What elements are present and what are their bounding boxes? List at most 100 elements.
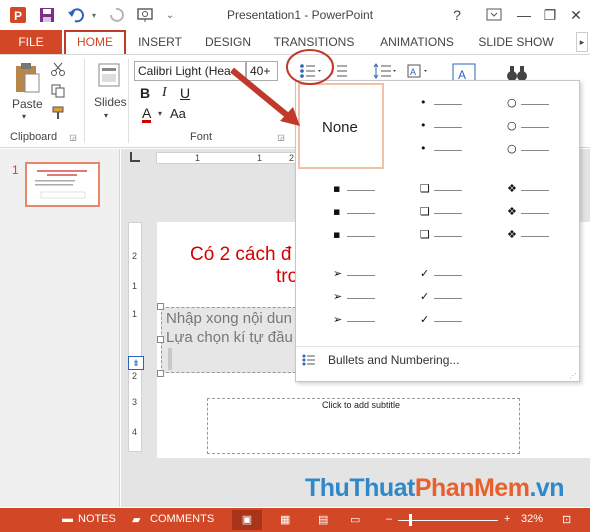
tab-home[interactable]: HOME xyxy=(64,30,126,54)
hollow-square-bullet-icon: ❑ xyxy=(420,228,430,241)
preview-line xyxy=(434,127,462,128)
notes-icon[interactable]: ▬ xyxy=(62,513,73,525)
paste-label[interactable]: Paste xyxy=(12,97,43,111)
content-text-line1[interactable]: Nhập xong nội dun xyxy=(166,310,292,327)
restore-button[interactable]: ❐ xyxy=(538,4,562,26)
bullet-preview-row: • xyxy=(420,96,480,112)
cut-icon[interactable] xyxy=(50,61,66,77)
notes-button[interactable]: NOTES xyxy=(78,513,116,525)
zoom-slider[interactable] xyxy=(398,520,498,521)
resize-handle[interactable] xyxy=(157,336,164,343)
comments-button[interactable]: COMMENTS xyxy=(150,513,214,525)
slide-show-icon[interactable]: ▭ xyxy=(350,513,360,526)
line-spacing-icon[interactable] xyxy=(372,61,398,81)
slides-dropdown-icon[interactable]: ▾ xyxy=(104,111,108,120)
font-color-icon[interactable]: A xyxy=(142,106,152,123)
undo-dropdown-icon[interactable]: ▾ xyxy=(84,5,104,25)
bullet-preview-row: ❑ xyxy=(420,205,480,221)
new-slide-icon[interactable] xyxy=(96,61,122,91)
normal-view-icon[interactable]: ▣ xyxy=(232,510,262,530)
arrow-bullet-icon: ➢ xyxy=(333,267,343,280)
fit-slide-icon[interactable]: ⊡ xyxy=(562,513,571,526)
tab-scroll-right-icon[interactable]: ▸ xyxy=(576,32,588,52)
ribbon-display-options-icon[interactable] xyxy=(482,4,506,26)
resize-handle[interactable] xyxy=(157,303,164,310)
clipboard-launcher-icon[interactable]: ◲ xyxy=(68,131,78,143)
text-direction-icon[interactable]: A xyxy=(405,61,431,81)
bullet-style-none[interactable]: None xyxy=(298,83,384,169)
bullet-preview-row: ✓ xyxy=(420,267,480,283)
check-bullet-icon: ✓ xyxy=(420,290,430,303)
font-size-combo[interactable]: 40+ xyxy=(246,61,278,81)
resize-handle[interactable] xyxy=(157,370,164,377)
reading-view-icon[interactable]: ▤ xyxy=(318,513,328,526)
tab-slide-show[interactable]: SLIDE SHOW xyxy=(478,30,554,54)
bullets-button-icon[interactable] xyxy=(298,61,324,81)
paste-dropdown-icon[interactable]: ▾ xyxy=(22,112,26,121)
customize-qat-icon[interactable]: ⌄ xyxy=(160,5,180,25)
preview-line xyxy=(521,127,549,128)
bullet-style-hollow-square[interactable]: ❑ ❑ ❑ xyxy=(420,182,480,244)
preview-line xyxy=(521,213,549,214)
bullet-preview-row: ➢ xyxy=(333,267,393,283)
bullet-preview-row: ▪ xyxy=(333,228,393,244)
bullet-style-hollow-round[interactable]: ○ ○ ○ xyxy=(507,96,567,158)
tab-selector-icon[interactable] xyxy=(130,152,140,162)
watermark-part1: ThuThuat xyxy=(305,474,415,502)
format-painter-icon[interactable] xyxy=(50,105,66,121)
minimize-button[interactable]: — xyxy=(512,4,536,26)
help-button[interactable]: ? xyxy=(445,4,469,26)
tab-animations[interactable]: ANIMATIONS xyxy=(374,30,460,54)
undo-icon[interactable] xyxy=(66,5,86,25)
bullet-style-arrow[interactable]: ➢ ➢ ➢ xyxy=(333,267,393,329)
bullet-preview-row: ❖ xyxy=(507,182,567,198)
tab-insert[interactable]: INSERT xyxy=(134,30,186,54)
bullet-preview-row: ➢ xyxy=(333,290,393,306)
comments-icon[interactable]: ▰ xyxy=(132,513,140,526)
font-name-combo[interactable]: Calibri Light (Hea xyxy=(134,61,246,81)
redo-icon[interactable] xyxy=(106,5,126,25)
change-case-icon[interactable]: Aa xyxy=(170,106,186,121)
save-icon[interactable] xyxy=(37,5,57,25)
preview-line xyxy=(434,321,462,322)
bold-icon[interactable]: B xyxy=(140,85,150,101)
ruler-mark: 3 xyxy=(132,397,138,407)
tab-file[interactable]: FILE xyxy=(0,30,62,54)
indent-marker-icon[interactable]: ⇟ xyxy=(128,356,144,370)
numbering-icon[interactable]: 12 xyxy=(330,61,350,81)
underline-icon[interactable]: U xyxy=(180,85,190,101)
tab-transitions[interactable]: TRANSITIONS xyxy=(272,30,356,54)
slide-title-line1[interactable]: Có 2 cách đ xyxy=(190,244,291,266)
bullet-style-star-diamond[interactable]: ❖ ❖ ❖ xyxy=(507,182,567,244)
preview-line xyxy=(347,236,375,237)
slides-label[interactable]: Slides xyxy=(94,95,127,109)
copy-icon[interactable] xyxy=(50,83,66,99)
start-from-beginning-icon[interactable] xyxy=(135,5,155,25)
bullet-style-check[interactable]: ✓ ✓ ✓ xyxy=(420,267,480,329)
slide-thumbnail[interactable] xyxy=(25,162,100,207)
zoom-out-icon[interactable]: – xyxy=(386,513,392,525)
bullets-and-numbering-link[interactable]: Bullets and Numbering... xyxy=(328,353,459,367)
content-text-line2[interactable]: Lựa chọn kí tự đầu xyxy=(166,329,293,346)
arrow-bullet-icon: ➢ xyxy=(333,313,343,326)
zoom-slider-thumb[interactable] xyxy=(409,514,412,526)
close-button[interactable]: ✕ xyxy=(564,4,588,26)
title-bar: P ▾ ⌄ Presentation1 - PowerPoint ? — ❐ ✕ xyxy=(0,0,590,30)
tab-design[interactable]: DESIGN xyxy=(200,30,256,54)
font-launcher-icon[interactable]: ◲ xyxy=(276,131,286,143)
zoom-level[interactable]: 32% xyxy=(521,513,543,525)
svg-text:P: P xyxy=(14,9,22,23)
preview-line xyxy=(521,236,549,237)
gallery-resize-grip-icon[interactable]: ⋰ xyxy=(569,372,577,380)
ruler-mark: 2 xyxy=(289,153,295,163)
filled-square-bullet-icon: ▪ xyxy=(333,182,341,195)
italic-icon[interactable]: I xyxy=(162,85,167,101)
paste-icon[interactable] xyxy=(12,61,42,95)
bullet-preview-row: ➢ xyxy=(333,313,393,329)
zoom-in-icon[interactable]: + xyxy=(504,513,510,525)
slide-sorter-icon[interactable]: ▦ xyxy=(280,513,290,526)
bullet-style-filled-round[interactable]: • • • xyxy=(420,96,480,158)
bullet-style-filled-square[interactable]: ▪ ▪ ▪ xyxy=(333,182,393,244)
bullet-preview-row: ❑ xyxy=(420,228,480,244)
font-color-dropdown-icon[interactable]: ▾ xyxy=(158,109,162,118)
